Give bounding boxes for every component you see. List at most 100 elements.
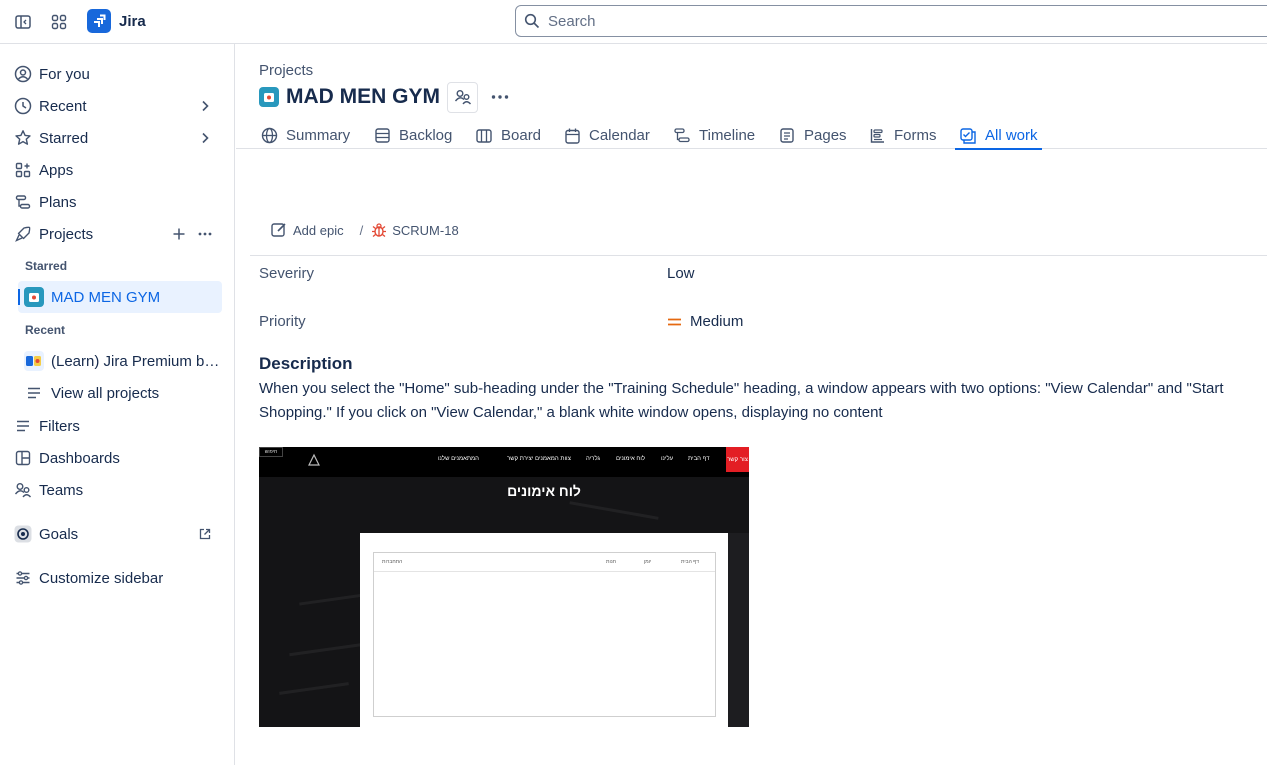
project-avatar-icon bbox=[24, 287, 44, 307]
sidebar-item-label: (Learn) Jira Premium benefits bbox=[51, 352, 221, 370]
attachment-image[interactable]: חיפוש המתאמנים שלנו יצירת קשר צוות המאמנ… bbox=[259, 447, 749, 727]
attachment-inner-tab: דף הבית bbox=[681, 559, 699, 565]
tab-label: Summary bbox=[286, 127, 351, 144]
tab-label: Board bbox=[501, 127, 542, 144]
tab-label: Timeline bbox=[699, 127, 756, 144]
sidebar-project-mad-men-gym[interactable]: MAD MEN GYM bbox=[18, 281, 222, 313]
sidebar-item-filters[interactable]: Filters bbox=[8, 411, 222, 441]
more-icon[interactable] bbox=[194, 223, 216, 245]
sidebar-item-starred[interactable]: Starred bbox=[8, 123, 222, 153]
external-link-icon[interactable] bbox=[194, 523, 216, 545]
attachment-page-title: לוח אימונים bbox=[507, 483, 581, 499]
sidebar-item-label: View all projects bbox=[51, 384, 160, 402]
priority-value[interactable]: Medium bbox=[667, 313, 743, 330]
attachment-inner-tab: חנות bbox=[606, 559, 616, 565]
sidebar-item-label: Apps bbox=[39, 161, 74, 179]
pages-icon bbox=[778, 127, 796, 145]
attachment-nav-link: צוות המאמנים bbox=[535, 456, 571, 462]
user-circle-icon bbox=[12, 63, 34, 85]
sidebar-project-learn-jira[interactable]: (Learn) Jira Premium benefits bbox=[18, 345, 222, 377]
issue-key: SCRUM-18 bbox=[392, 222, 459, 238]
search-bar[interactable] bbox=[515, 5, 1267, 37]
sidebar-item-label: Recent bbox=[39, 97, 87, 115]
tab-board[interactable]: Board bbox=[475, 122, 541, 149]
sidebar: For you Recent Starred Apps Plans Projec… bbox=[0, 44, 235, 765]
attachment-nav-link: גלריה bbox=[586, 456, 601, 462]
rocket-icon bbox=[12, 223, 34, 245]
calendar-icon bbox=[563, 127, 581, 145]
people-button[interactable] bbox=[447, 81, 478, 113]
customize-icon bbox=[12, 567, 34, 589]
tab-calendar[interactable]: Calendar bbox=[563, 122, 650, 149]
page-title: MAD MEN GYM bbox=[286, 85, 440, 108]
search-input[interactable] bbox=[548, 12, 1228, 30]
description-heading: Description bbox=[259, 354, 353, 373]
sidebar-item-recent[interactable]: Recent bbox=[8, 91, 222, 121]
tab-pages[interactable]: Pages bbox=[778, 122, 847, 149]
attachment-nav-link: דף הבית bbox=[688, 456, 710, 462]
attachment-search: חיפוש bbox=[259, 447, 283, 457]
severity-label: Severiry bbox=[259, 265, 315, 282]
sidebar-item-teams[interactable]: Teams bbox=[8, 475, 222, 505]
sidebar-item-for-you[interactable]: For you bbox=[8, 59, 222, 89]
app-switcher-icon[interactable] bbox=[48, 11, 70, 33]
sidebar-item-label: Dashboards bbox=[39, 449, 120, 467]
sidebar-item-label: For you bbox=[39, 65, 90, 83]
sidebar-item-label: MAD MEN GYM bbox=[51, 288, 161, 306]
tab-summary[interactable]: Summary bbox=[260, 122, 350, 149]
description-text[interactable]: When you select the "Home" sub-heading u… bbox=[259, 377, 1249, 425]
add-epic-button[interactable]: Add epic bbox=[271, 222, 344, 238]
breadcrumb-separator: / bbox=[359, 222, 364, 238]
teams-icon bbox=[12, 479, 34, 501]
sidebar-item-goals[interactable]: Goals bbox=[8, 519, 222, 549]
timeline-icon bbox=[673, 127, 691, 145]
sidebar-item-label: Customize sidebar bbox=[39, 569, 164, 587]
chevron-right-icon[interactable] bbox=[194, 95, 216, 117]
severity-value[interactable]: Low bbox=[667, 265, 695, 282]
more-icon bbox=[491, 95, 509, 99]
issue-key-link[interactable]: SCRUM-18 bbox=[371, 222, 459, 238]
jira-logo[interactable]: Jira bbox=[87, 9, 146, 33]
sidebar-item-apps[interactable]: Apps bbox=[8, 155, 222, 185]
attachment-inner-bar: התחברות חנות יומן דף הבית bbox=[374, 553, 715, 572]
tab-label: Forms bbox=[894, 127, 937, 144]
people-icon bbox=[454, 90, 471, 105]
tab-backlog[interactable]: Backlog bbox=[373, 122, 452, 149]
sidebar-item-dashboards[interactable]: Dashboards bbox=[8, 443, 222, 473]
issue-breadcrumb: Add epic / SCRUM-18 bbox=[271, 220, 459, 240]
background-decoration bbox=[279, 682, 349, 695]
recent-section-label: Recent bbox=[25, 323, 66, 337]
chevron-right-icon[interactable] bbox=[194, 127, 216, 149]
sidebar-item-customize[interactable]: Customize sidebar bbox=[8, 563, 222, 593]
attachment-white-window: התחברות חנות יומן דף הבית bbox=[360, 533, 728, 727]
active-indicator bbox=[18, 289, 20, 305]
breadcrumb[interactable]: Projects bbox=[259, 62, 313, 79]
priority-medium-icon bbox=[668, 318, 681, 325]
tab-all-work[interactable]: All work bbox=[955, 122, 1042, 150]
jira-logo-icon bbox=[87, 9, 111, 33]
priority-text: Medium bbox=[690, 313, 744, 330]
attachment-nav-link: לוח אימונים bbox=[616, 456, 646, 462]
attachment-nav: חיפוש המתאמנים שלנו יצירת קשר צוות המאמנ… bbox=[259, 447, 749, 477]
apps-icon bbox=[12, 159, 34, 181]
attachment-nav-link: המתאמנים שלנו bbox=[438, 456, 479, 462]
starred-section-label: Starred bbox=[25, 259, 68, 273]
app-name: Jira bbox=[119, 12, 146, 30]
sidebar-view-all-projects[interactable]: View all projects bbox=[18, 377, 222, 409]
sidebar-item-projects[interactable]: Projects bbox=[8, 219, 222, 249]
sidebar-item-plans[interactable]: Plans bbox=[8, 187, 222, 217]
attachment-blank-calendar: התחברות חנות יומן דף הבית bbox=[373, 552, 716, 717]
plus-icon[interactable] bbox=[168, 223, 190, 245]
attachment-inner-tab: יומן bbox=[644, 559, 652, 565]
tab-forms[interactable]: Forms bbox=[868, 122, 937, 149]
project-avatar-icon bbox=[24, 351, 44, 371]
top-navigation: Jira bbox=[0, 0, 1267, 44]
tab-timeline[interactable]: Timeline bbox=[673, 122, 755, 149]
board-icon bbox=[475, 127, 493, 145]
more-actions-button[interactable] bbox=[486, 83, 514, 111]
list-icon bbox=[24, 383, 44, 403]
sidebar-toggle-icon[interactable] bbox=[12, 11, 34, 33]
divider bbox=[250, 255, 1267, 256]
background-decoration bbox=[728, 533, 749, 727]
search-icon bbox=[524, 13, 540, 29]
